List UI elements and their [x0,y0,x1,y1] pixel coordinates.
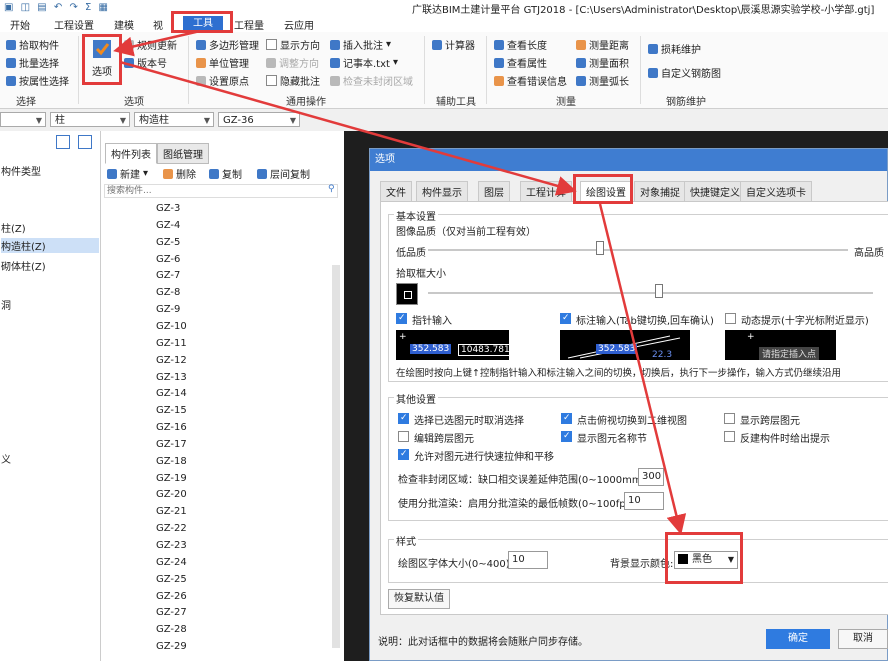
arrow-tab-to-bgcolor [598,203,687,535]
annotation-arrows [113,29,687,535]
arrow-options-to-tab [119,60,577,196]
arrow-tools-to-options [113,29,201,57]
